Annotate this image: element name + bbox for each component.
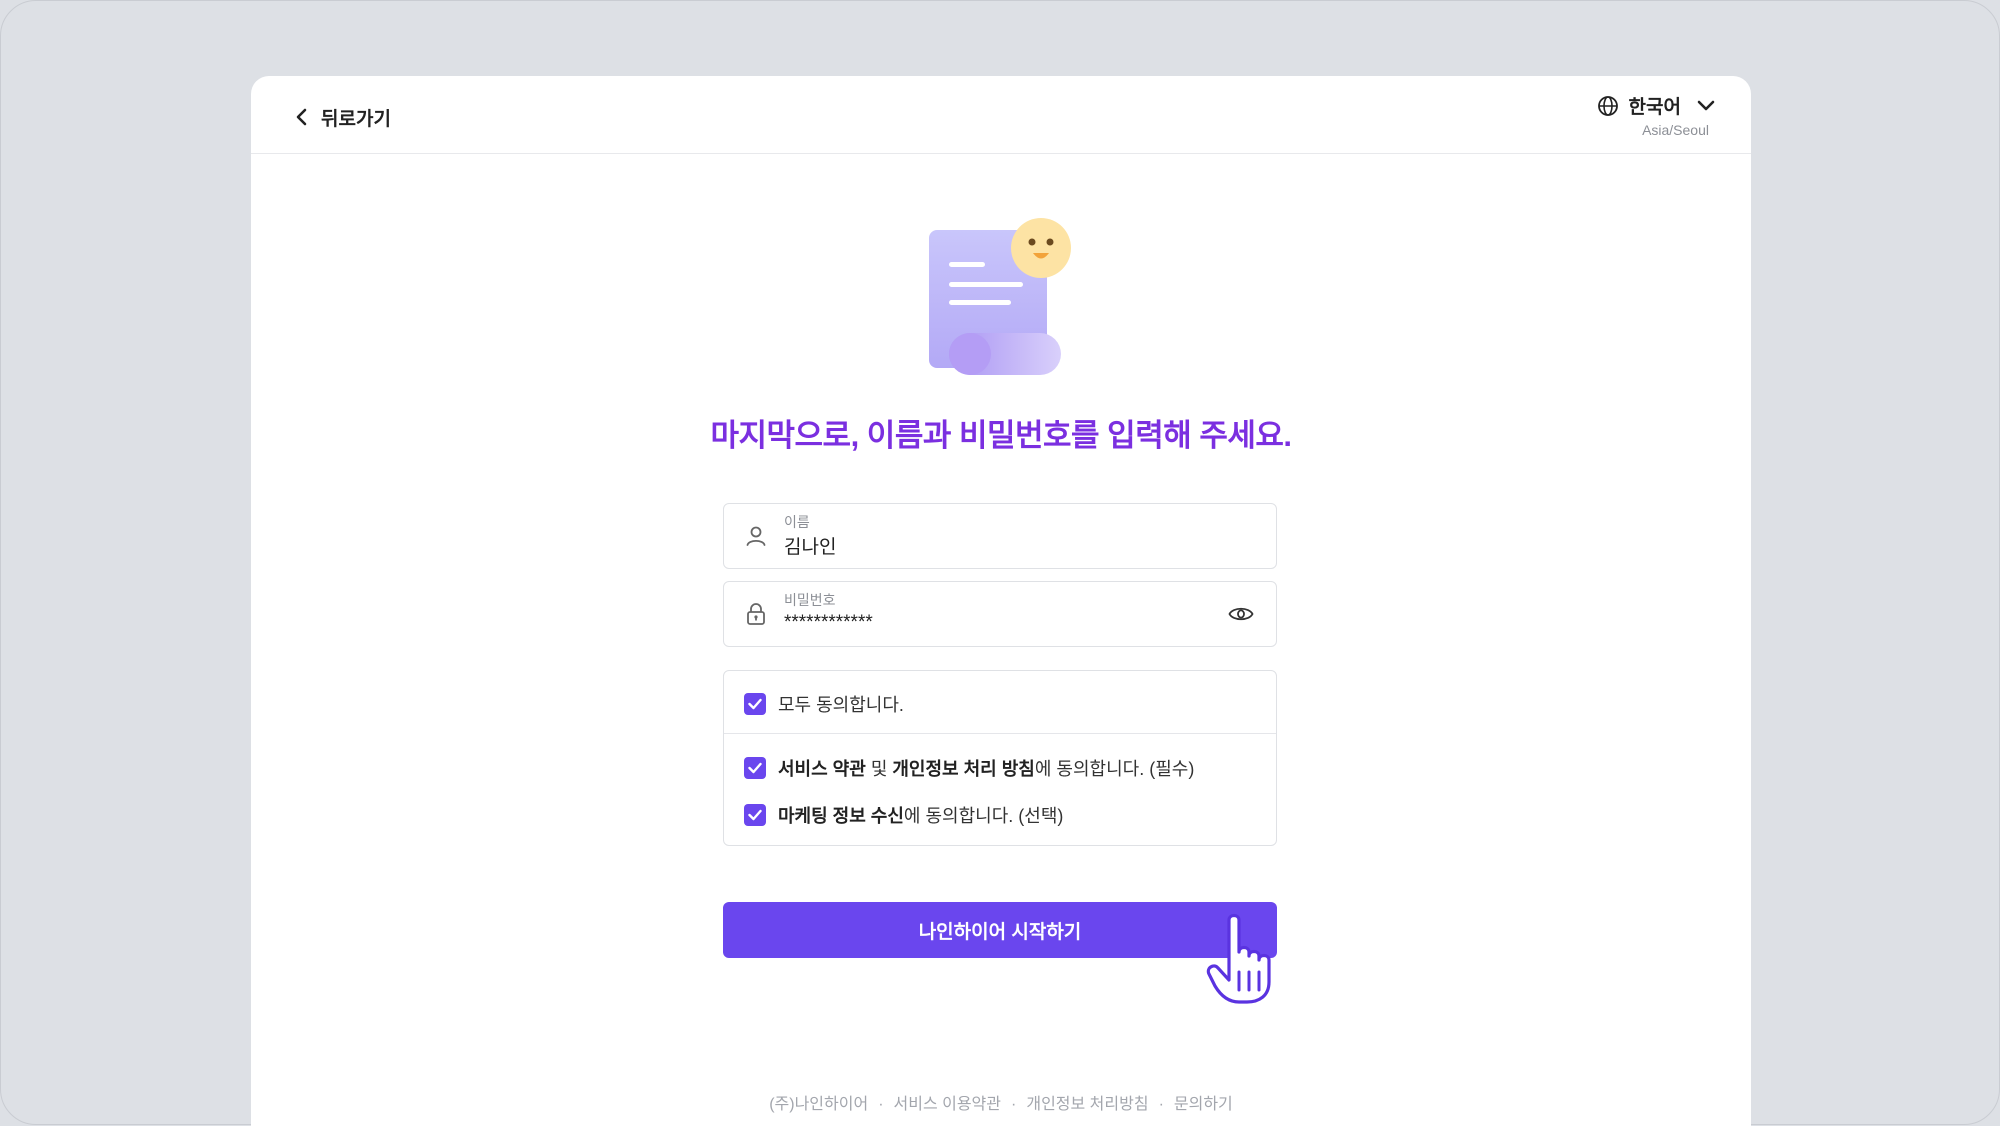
footer-link-privacy[interactable]: 개인정보 처리방침 xyxy=(1026,1096,1148,1113)
agree-marketing-label: 마케팅 정보 수신에 동의합니다. (선택) xyxy=(778,802,1063,828)
marketing-optional-text: 에 동의합니다. (선택) xyxy=(903,806,1064,826)
check-icon xyxy=(748,809,762,821)
checkbox-checked[interactable] xyxy=(744,757,766,779)
eye-icon[interactable] xyxy=(1228,603,1254,625)
password-field-label: 비밀번호 xyxy=(784,592,836,608)
password-field[interactable]: 비밀번호 xyxy=(723,581,1277,647)
check-icon xyxy=(748,698,762,710)
agree-all-checkbox[interactable]: 모두 동의합니다. xyxy=(744,691,904,717)
password-input[interactable] xyxy=(784,612,1204,634)
page-heading: 마지막으로, 이름과 비밀번호를 입력해 주세요. xyxy=(710,418,1292,453)
language-selector[interactable]: 한국어 Asia/Seoul xyxy=(1555,92,1715,142)
footer-links: (주)나인하이어 · 서비스 이용약관 · 개인정보 처리방침 · 문의하기 xyxy=(251,1090,1751,1114)
language-label: 한국어 xyxy=(1628,97,1681,118)
agree-marketing-checkbox[interactable]: 마케팅 정보 수신에 동의합니다. (선택) xyxy=(744,802,1063,828)
agree-terms-label: 서비스 약관 및 개인정보 처리 방침에 동의합니다. (필수) xyxy=(778,755,1194,781)
timezone-label: Asia/Seoul xyxy=(1642,122,1709,138)
start-button[interactable]: 나인하이어 시작하기 xyxy=(723,902,1277,958)
check-icon xyxy=(748,762,762,774)
footer-separator: · xyxy=(1158,1096,1164,1113)
footer-link-company[interactable]: (주)나인하이어 xyxy=(769,1096,868,1113)
divider xyxy=(724,733,1276,734)
footer-link-contact[interactable]: 문의하기 xyxy=(1174,1096,1233,1113)
name-field-label: 이름 xyxy=(784,514,810,530)
name-input[interactable] xyxy=(784,534,1204,556)
globe-icon xyxy=(1597,95,1618,116)
name-field[interactable]: 이름 xyxy=(723,503,1277,569)
service-terms-link[interactable]: 서비스 약관 xyxy=(778,759,866,779)
back-button[interactable]: 뒤로가기 xyxy=(295,102,391,132)
terms-required-text: 에 동의합니다. (필수) xyxy=(1034,759,1195,779)
window-frame: 뒤로가기 한국어 Asia/Seoul 마지막으로, 이름과 비밀번호를 입력해… xyxy=(0,0,2000,1126)
lock-icon xyxy=(747,603,765,625)
top-bar: 뒤로가기 한국어 Asia/Seoul xyxy=(251,76,1751,154)
document-smile-illustration xyxy=(929,218,1071,375)
chevron-left-icon xyxy=(296,108,307,126)
checkbox-checked[interactable] xyxy=(744,693,766,715)
footer-separator: · xyxy=(878,1096,884,1113)
agree-all-label: 모두 동의합니다. xyxy=(778,695,904,715)
terms-connector: 및 xyxy=(865,759,893,779)
pointer-hand-icon xyxy=(1206,913,1271,1004)
marketing-info-link[interactable]: 마케팅 정보 수신 xyxy=(778,806,904,826)
agree-terms-checkbox[interactable]: 서비스 약관 및 개인정보 처리 방침에 동의합니다. (필수) xyxy=(744,755,1194,781)
chevron-down-icon xyxy=(1697,100,1715,110)
back-label: 뒤로가기 xyxy=(321,108,391,130)
user-icon xyxy=(746,526,766,546)
language-dropdown[interactable]: 한국어 xyxy=(1597,92,1715,119)
privacy-policy-link[interactable]: 개인정보 처리 방침 xyxy=(892,759,1034,779)
footer-separator: · xyxy=(1011,1096,1017,1113)
checkbox-checked[interactable] xyxy=(744,804,766,826)
signup-card: 뒤로가기 한국어 Asia/Seoul 마지막으로, 이름과 비밀번호를 입력해… xyxy=(251,76,1751,1126)
footer-link-terms[interactable]: 서비스 이용약관 xyxy=(894,1096,1002,1113)
terms-agreement-box: 모두 동의합니다. 서비스 약관 및 개인정보 처리 방침에 동의합니다. (필… xyxy=(723,670,1277,846)
